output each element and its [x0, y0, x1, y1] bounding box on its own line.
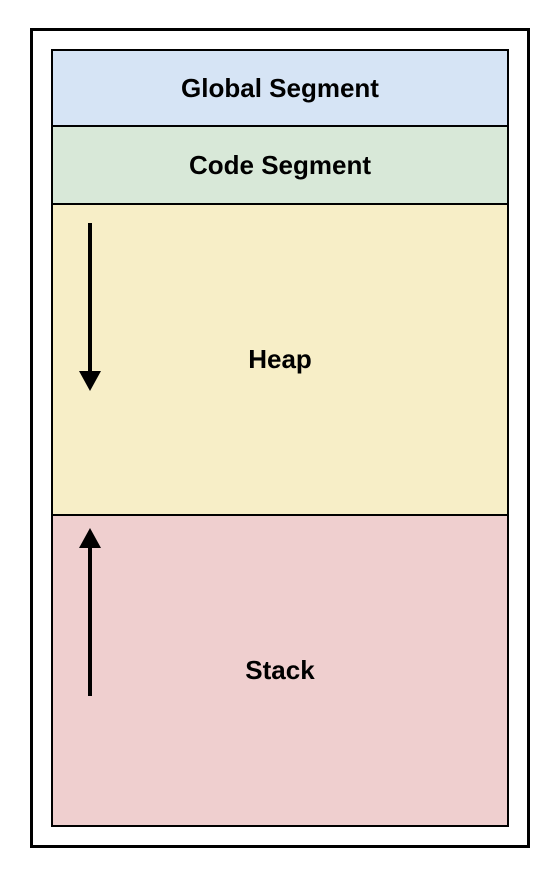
code-segment: Code Segment [51, 127, 509, 205]
stack-segment-label: Stack [245, 655, 314, 686]
arrow-down-icon [75, 221, 105, 391]
memory-layout-diagram: Global Segment Code Segment Heap Stack [30, 28, 530, 848]
global-segment: Global Segment [51, 49, 509, 127]
heap-segment: Heap [51, 205, 509, 516]
heap-segment-label: Heap [248, 344, 312, 375]
code-segment-label: Code Segment [189, 150, 371, 181]
stack-segment: Stack [51, 516, 509, 827]
global-segment-label: Global Segment [181, 73, 379, 104]
arrow-up-icon [75, 528, 105, 698]
